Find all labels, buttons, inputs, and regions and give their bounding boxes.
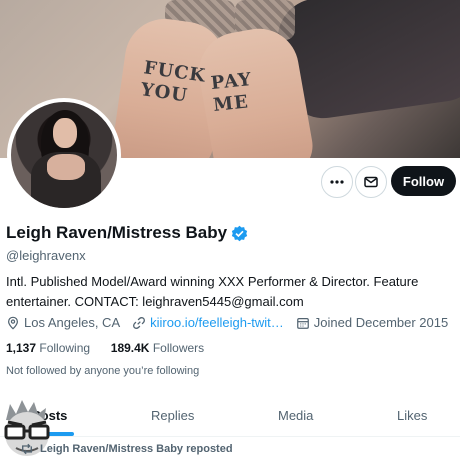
calendar-icon	[296, 317, 309, 329]
location-text: Los Angeles, CA	[24, 315, 121, 330]
not-followed-notice: Not followed by anyone you’re following	[6, 365, 200, 377]
envelope-icon	[364, 176, 378, 188]
tab-likes[interactable]: Likes	[397, 408, 427, 423]
following-label: Following	[39, 341, 91, 355]
website-link[interactable]: kiiroo.io/feelleigh-twit…	[150, 315, 284, 330]
website-item[interactable]: kiiroo.io/feelleigh-twit…	[132, 315, 284, 330]
location-pin-icon	[8, 316, 18, 330]
joined-text: Joined December 2015	[313, 315, 449, 330]
profile-avatar[interactable]	[7, 98, 121, 212]
more-button[interactable]	[321, 166, 353, 198]
profile-name-row: Leigh Raven/Mistress Baby	[6, 223, 248, 243]
message-button[interactable]	[355, 166, 387, 198]
profile-handle: @leighravenx	[6, 248, 86, 263]
following-link[interactable]: 1,137 Following	[6, 341, 90, 355]
tab-replies[interactable]: Replies	[151, 408, 194, 423]
follow-button[interactable]: Follow	[391, 166, 456, 196]
banner-tattoo-right: PAY ME	[209, 68, 253, 117]
profile-bio: Intl. Published Model/Award winning XXX …	[6, 274, 419, 309]
followers-label: Followers	[152, 341, 205, 355]
profile-meta: Los Angeles, CA kiiroo.io/feelleigh-twit…	[6, 315, 460, 330]
profile-tabs: Posts Replies Media Likes	[0, 396, 460, 437]
more-horizontal-icon	[330, 180, 344, 184]
location-item: Los Angeles, CA	[6, 315, 120, 330]
avatar-skin	[47, 154, 85, 180]
following-count: 1,137	[6, 341, 37, 355]
followers-link[interactable]: 189.4K Followers	[111, 341, 204, 355]
repost-icon	[22, 443, 32, 455]
verified-badge-icon[interactable]	[231, 225, 248, 242]
followers-count: 189.4K	[110, 341, 150, 355]
link-icon	[133, 316, 146, 329]
repost-indicator: Leigh Raven/Mistress Baby reposted	[20, 443, 233, 455]
follow-stats: 1,137 Following 189.4K Followers	[6, 341, 204, 355]
repost-text[interactable]: Leigh Raven/Mistress Baby reposted	[40, 443, 233, 455]
tab-media[interactable]: Media	[278, 408, 313, 423]
avatar-face	[53, 118, 77, 148]
profile-name: Leigh Raven/Mistress Baby	[6, 223, 228, 242]
joined-item: Joined December 2015	[296, 315, 448, 330]
